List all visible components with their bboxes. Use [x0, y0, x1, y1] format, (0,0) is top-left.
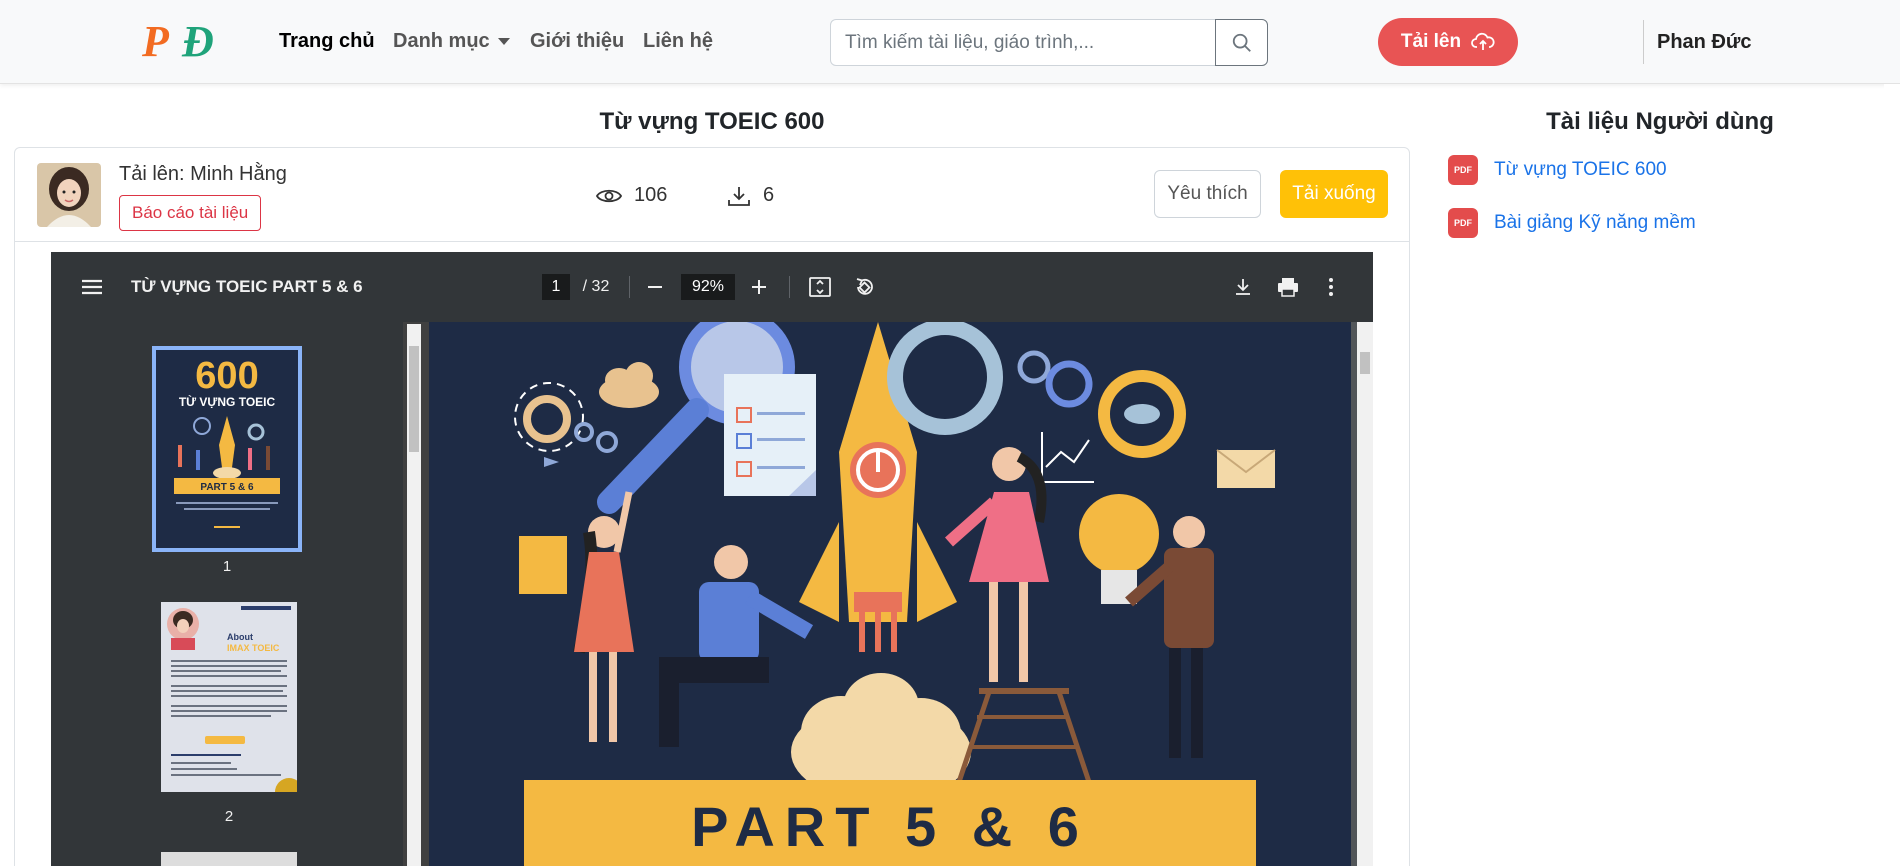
nav-link-about[interactable]: Giới thiệu: [530, 30, 624, 53]
download-button[interactable]: Tải xuống: [1280, 170, 1388, 218]
page-number-input[interactable]: 1: [542, 274, 570, 300]
pdf-file-icon: PDF: [1448, 155, 1478, 185]
zoom-in-icon[interactable]: [747, 273, 771, 301]
thumbnail-page-1[interactable]: 600 TỪ VỰNG TOEIC PART 5 & 6: [152, 346, 302, 552]
download-count: 6: [727, 184, 774, 207]
pdf-scrollbar-thumb[interactable]: [1360, 352, 1370, 374]
rotate-icon[interactable]: [851, 273, 877, 301]
top-navbar: P Đ Trang chủ Danh mục Giới thiệu Liên h…: [0, 0, 1900, 84]
thumbnail-scrollbar[interactable]: [407, 324, 421, 866]
download-icon: [728, 186, 750, 206]
more-options-icon[interactable]: [1321, 273, 1341, 301]
uploader-avatar: [37, 163, 101, 227]
thumbnail-scrollbar-thumb[interactable]: [409, 346, 419, 452]
fit-page-icon[interactable]: [807, 273, 833, 301]
thumbnail-heading: About: [227, 632, 253, 642]
thumbnail-page-2[interactable]: About IMAX TOEIC: [161, 602, 297, 792]
print-icon[interactable]: [1275, 273, 1301, 301]
report-document-button[interactable]: Báo cáo tài liệu: [119, 195, 262, 231]
document-title: Từ vựng TOEIC 600: [599, 108, 825, 135]
search-button[interactable]: [1215, 19, 1268, 66]
uploader-name: Tải lên: Minh Hằng: [119, 163, 287, 185]
cloud-upload-icon: [1471, 32, 1495, 50]
toolbar-divider: [629, 276, 630, 298]
nav-link-categories[interactable]: Danh mục: [393, 30, 510, 53]
chevron-down-icon: [497, 38, 510, 46]
download-icon[interactable]: [1231, 273, 1255, 301]
favorite-button[interactable]: Yêu thích: [1154, 170, 1261, 218]
search-input[interactable]: [830, 19, 1216, 66]
pdf-page-1: PART 5 & 6: [429, 322, 1351, 866]
thumbnail-title-big: 600: [195, 355, 258, 397]
page-total: / 32: [582, 278, 610, 295]
menu-icon[interactable]: [79, 273, 105, 301]
document-header: Tải lên: Minh Hằng Báo cáo tài liệu 106 …: [15, 148, 1409, 242]
upload-button[interactable]: Tải lên: [1378, 18, 1518, 66]
toolbar-divider: [789, 276, 790, 298]
sidebar-title: Tài liệu Người dùng: [1546, 108, 1774, 135]
svg-text:P: P: [141, 17, 170, 66]
pdf-file-icon: PDF: [1448, 208, 1478, 238]
page-scrollbar[interactable]: [1884, 84, 1900, 866]
nav-link-categories-label: Danh mục: [393, 30, 490, 52]
download-count-value: 6: [763, 184, 775, 206]
thumbnail-page-number: 1: [222, 558, 232, 575]
view-count: 106: [596, 184, 667, 207]
zoom-level-input[interactable]: 92%: [681, 274, 735, 300]
upload-button-label: Tải lên: [1400, 31, 1462, 52]
navbar-divider: [1643, 20, 1644, 64]
pdf-scrollbar[interactable]: [1357, 322, 1373, 866]
thumbnail-page-3[interactable]: [161, 852, 297, 866]
sidebar-document-item[interactable]: PDF Từ vựng TOEIC 600: [1448, 155, 1667, 185]
thumbnail-title-small: TỪ VỰNG TOEIC: [179, 394, 276, 409]
poster-banner-text: PART 5 & 6: [691, 795, 1089, 858]
search-form: [830, 19, 1268, 66]
nav-link-home[interactable]: Trang chủ: [279, 30, 375, 53]
sidebar-document-link[interactable]: Từ vựng TOEIC 600: [1494, 159, 1667, 181]
thumbnail-heading-2: IMAX TOEIC: [227, 643, 280, 653]
pdf-toolbar: TỪ VỰNG TOEIC PART 5 & 6 1 / 32 92%: [51, 252, 1373, 322]
thumbnail-page-number: 2: [224, 808, 234, 825]
search-icon: [1232, 33, 1251, 52]
zoom-out-icon[interactable]: [643, 273, 667, 301]
nav-link-contact[interactable]: Liên hệ: [643, 30, 713, 53]
sidebar-document-item[interactable]: PDF Bài giảng Kỹ năng mềm: [1448, 208, 1696, 238]
pdf-file-title: TỪ VỰNG TOEIC PART 5 & 6: [131, 277, 363, 296]
thumbnail-banner: PART 5 & 6: [200, 482, 254, 493]
svg-text:Đ: Đ: [181, 17, 214, 66]
pdf-page-area: PART 5 & 6: [429, 322, 1373, 866]
sidebar-document-link[interactable]: Bài giảng Kỹ năng mềm: [1494, 212, 1696, 234]
site-logo[interactable]: P Đ: [140, 16, 240, 66]
user-menu[interactable]: Phan Đức: [1657, 31, 1752, 54]
eye-icon: [596, 189, 622, 202]
pdf-viewer: TỪ VỰNG TOEIC PART 5 & 6 1 / 32 92% 600 …: [51, 252, 1373, 866]
view-count-value: 106: [634, 184, 668, 206]
